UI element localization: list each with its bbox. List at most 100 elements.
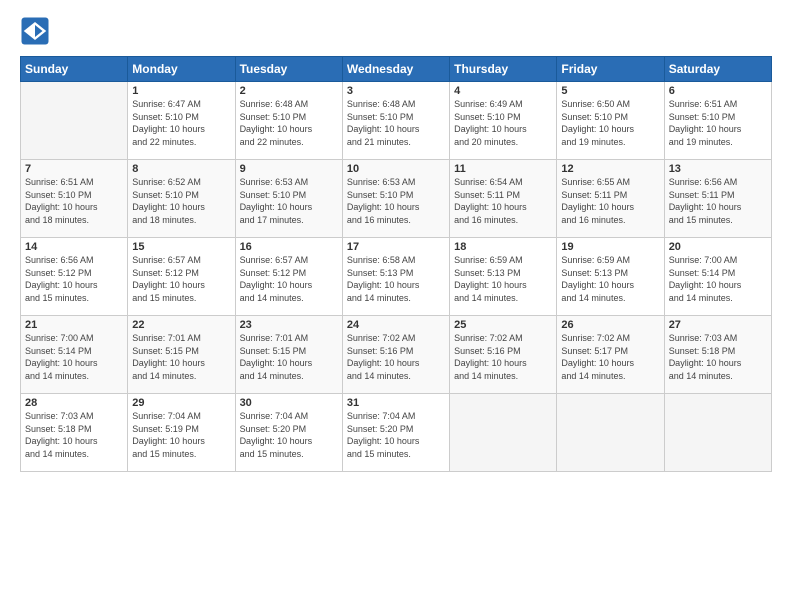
day-info: Sunrise: 6:57 AM Sunset: 5:12 PM Dayligh…: [132, 254, 230, 304]
day-number: 30: [240, 397, 338, 409]
calendar-cell: 15Sunrise: 6:57 AM Sunset: 5:12 PM Dayli…: [128, 238, 235, 316]
day-info: Sunrise: 7:02 AM Sunset: 5:17 PM Dayligh…: [561, 332, 659, 382]
day-of-week-header: Monday: [128, 57, 235, 82]
calendar-cell: 21Sunrise: 7:00 AM Sunset: 5:14 PM Dayli…: [21, 316, 128, 394]
calendar-cell: 20Sunrise: 7:00 AM Sunset: 5:14 PM Dayli…: [664, 238, 771, 316]
day-info: Sunrise: 6:52 AM Sunset: 5:10 PM Dayligh…: [132, 176, 230, 226]
day-number: 26: [561, 319, 659, 331]
calendar-cell: 27Sunrise: 7:03 AM Sunset: 5:18 PM Dayli…: [664, 316, 771, 394]
day-info: Sunrise: 7:03 AM Sunset: 5:18 PM Dayligh…: [669, 332, 767, 382]
calendar-cell: 7Sunrise: 6:51 AM Sunset: 5:10 PM Daylig…: [21, 160, 128, 238]
day-number: 20: [669, 241, 767, 253]
day-info: Sunrise: 7:03 AM Sunset: 5:18 PM Dayligh…: [25, 410, 123, 460]
calendar-week-row: 7Sunrise: 6:51 AM Sunset: 5:10 PM Daylig…: [21, 160, 772, 238]
day-number: 14: [25, 241, 123, 253]
day-info: Sunrise: 7:01 AM Sunset: 5:15 PM Dayligh…: [132, 332, 230, 382]
day-info: Sunrise: 6:51 AM Sunset: 5:10 PM Dayligh…: [25, 176, 123, 226]
calendar-cell: 9Sunrise: 6:53 AM Sunset: 5:10 PM Daylig…: [235, 160, 342, 238]
calendar-cell: [557, 394, 664, 472]
day-info: Sunrise: 6:47 AM Sunset: 5:10 PM Dayligh…: [132, 98, 230, 148]
day-number: 7: [25, 163, 123, 175]
calendar-week-row: 21Sunrise: 7:00 AM Sunset: 5:14 PM Dayli…: [21, 316, 772, 394]
day-number: 4: [454, 85, 552, 97]
calendar-cell: [21, 82, 128, 160]
day-number: 15: [132, 241, 230, 253]
calendar-cell: 28Sunrise: 7:03 AM Sunset: 5:18 PM Dayli…: [21, 394, 128, 472]
calendar-cell: 26Sunrise: 7:02 AM Sunset: 5:17 PM Dayli…: [557, 316, 664, 394]
day-number: 1: [132, 85, 230, 97]
page: SundayMondayTuesdayWednesdayThursdayFrid…: [0, 0, 792, 612]
day-info: Sunrise: 6:56 AM Sunset: 5:11 PM Dayligh…: [669, 176, 767, 226]
calendar-cell: 31Sunrise: 7:04 AM Sunset: 5:20 PM Dayli…: [342, 394, 449, 472]
day-of-week-header: Tuesday: [235, 57, 342, 82]
calendar-cell: 17Sunrise: 6:58 AM Sunset: 5:13 PM Dayli…: [342, 238, 449, 316]
logo-icon: [20, 16, 50, 46]
calendar-cell: [450, 394, 557, 472]
day-number: 6: [669, 85, 767, 97]
calendar-week-row: 28Sunrise: 7:03 AM Sunset: 5:18 PM Dayli…: [21, 394, 772, 472]
day-info: Sunrise: 6:50 AM Sunset: 5:10 PM Dayligh…: [561, 98, 659, 148]
calendar-cell: 14Sunrise: 6:56 AM Sunset: 5:12 PM Dayli…: [21, 238, 128, 316]
day-info: Sunrise: 7:04 AM Sunset: 5:20 PM Dayligh…: [240, 410, 338, 460]
day-number: 17: [347, 241, 445, 253]
day-info: Sunrise: 7:00 AM Sunset: 5:14 PM Dayligh…: [25, 332, 123, 382]
calendar-cell: 25Sunrise: 7:02 AM Sunset: 5:16 PM Dayli…: [450, 316, 557, 394]
calendar-cell: 11Sunrise: 6:54 AM Sunset: 5:11 PM Dayli…: [450, 160, 557, 238]
day-info: Sunrise: 6:58 AM Sunset: 5:13 PM Dayligh…: [347, 254, 445, 304]
day-info: Sunrise: 7:04 AM Sunset: 5:19 PM Dayligh…: [132, 410, 230, 460]
day-of-week-header: Wednesday: [342, 57, 449, 82]
day-of-week-header: Saturday: [664, 57, 771, 82]
day-info: Sunrise: 6:53 AM Sunset: 5:10 PM Dayligh…: [347, 176, 445, 226]
calendar-cell: 10Sunrise: 6:53 AM Sunset: 5:10 PM Dayli…: [342, 160, 449, 238]
header: [20, 16, 772, 46]
day-number: 12: [561, 163, 659, 175]
day-of-week-header: Friday: [557, 57, 664, 82]
calendar-cell: 5Sunrise: 6:50 AM Sunset: 5:10 PM Daylig…: [557, 82, 664, 160]
calendar-week-row: 1Sunrise: 6:47 AM Sunset: 5:10 PM Daylig…: [21, 82, 772, 160]
calendar-cell: 12Sunrise: 6:55 AM Sunset: 5:11 PM Dayli…: [557, 160, 664, 238]
day-info: Sunrise: 6:55 AM Sunset: 5:11 PM Dayligh…: [561, 176, 659, 226]
day-info: Sunrise: 6:59 AM Sunset: 5:13 PM Dayligh…: [561, 254, 659, 304]
logo: [20, 16, 54, 46]
day-info: Sunrise: 6:48 AM Sunset: 5:10 PM Dayligh…: [347, 98, 445, 148]
day-info: Sunrise: 6:54 AM Sunset: 5:11 PM Dayligh…: [454, 176, 552, 226]
calendar-cell: 3Sunrise: 6:48 AM Sunset: 5:10 PM Daylig…: [342, 82, 449, 160]
day-info: Sunrise: 7:04 AM Sunset: 5:20 PM Dayligh…: [347, 410, 445, 460]
day-number: 16: [240, 241, 338, 253]
calendar-cell: 19Sunrise: 6:59 AM Sunset: 5:13 PM Dayli…: [557, 238, 664, 316]
day-info: Sunrise: 7:01 AM Sunset: 5:15 PM Dayligh…: [240, 332, 338, 382]
day-number: 25: [454, 319, 552, 331]
day-of-week-header: Thursday: [450, 57, 557, 82]
calendar-cell: 2Sunrise: 6:48 AM Sunset: 5:10 PM Daylig…: [235, 82, 342, 160]
calendar-cell: 24Sunrise: 7:02 AM Sunset: 5:16 PM Dayli…: [342, 316, 449, 394]
day-number: 19: [561, 241, 659, 253]
day-number: 24: [347, 319, 445, 331]
calendar-cell: [664, 394, 771, 472]
day-number: 22: [132, 319, 230, 331]
day-info: Sunrise: 6:49 AM Sunset: 5:10 PM Dayligh…: [454, 98, 552, 148]
day-info: Sunrise: 6:56 AM Sunset: 5:12 PM Dayligh…: [25, 254, 123, 304]
day-info: Sunrise: 6:48 AM Sunset: 5:10 PM Dayligh…: [240, 98, 338, 148]
day-info: Sunrise: 6:59 AM Sunset: 5:13 PM Dayligh…: [454, 254, 552, 304]
calendar-week-row: 14Sunrise: 6:56 AM Sunset: 5:12 PM Dayli…: [21, 238, 772, 316]
calendar-cell: 18Sunrise: 6:59 AM Sunset: 5:13 PM Dayli…: [450, 238, 557, 316]
day-info: Sunrise: 6:51 AM Sunset: 5:10 PM Dayligh…: [669, 98, 767, 148]
day-number: 11: [454, 163, 552, 175]
calendar-cell: 16Sunrise: 6:57 AM Sunset: 5:12 PM Dayli…: [235, 238, 342, 316]
day-number: 3: [347, 85, 445, 97]
calendar-cell: 22Sunrise: 7:01 AM Sunset: 5:15 PM Dayli…: [128, 316, 235, 394]
day-info: Sunrise: 7:02 AM Sunset: 5:16 PM Dayligh…: [454, 332, 552, 382]
calendar-table: SundayMondayTuesdayWednesdayThursdayFrid…: [20, 56, 772, 472]
calendar-cell: 4Sunrise: 6:49 AM Sunset: 5:10 PM Daylig…: [450, 82, 557, 160]
day-number: 23: [240, 319, 338, 331]
calendar-cell: 29Sunrise: 7:04 AM Sunset: 5:19 PM Dayli…: [128, 394, 235, 472]
day-number: 10: [347, 163, 445, 175]
day-info: Sunrise: 6:53 AM Sunset: 5:10 PM Dayligh…: [240, 176, 338, 226]
day-number: 31: [347, 397, 445, 409]
day-info: Sunrise: 7:00 AM Sunset: 5:14 PM Dayligh…: [669, 254, 767, 304]
day-number: 5: [561, 85, 659, 97]
day-info: Sunrise: 7:02 AM Sunset: 5:16 PM Dayligh…: [347, 332, 445, 382]
calendar-cell: 1Sunrise: 6:47 AM Sunset: 5:10 PM Daylig…: [128, 82, 235, 160]
day-number: 8: [132, 163, 230, 175]
day-number: 9: [240, 163, 338, 175]
